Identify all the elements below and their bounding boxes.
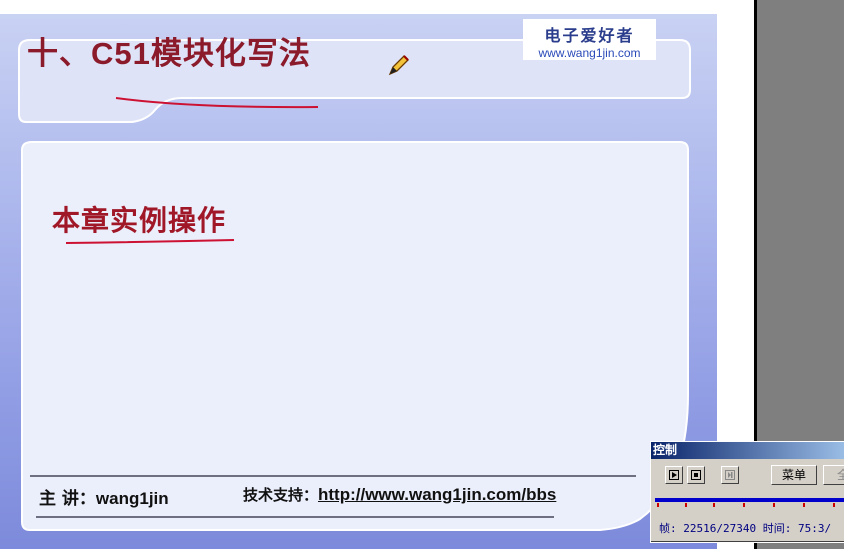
control-window-title[interactable]: 控制 xyxy=(651,442,844,459)
progress-track[interactable] xyxy=(655,498,844,502)
slide: 十、C51模块化写法 电子爱好者 www.wang1jin.com 本章实例操作… xyxy=(0,14,717,549)
page-title: 十、C51模块化写法 xyxy=(27,36,311,72)
step-icon xyxy=(725,470,735,480)
stop-icon xyxy=(691,470,701,480)
slide-panels xyxy=(18,39,691,531)
section-title: 本章实例操作 xyxy=(52,204,227,237)
playback-status: 帧: 22516/27340 时间: 75:3/ xyxy=(659,522,832,535)
menu-button[interactable]: 菜单 xyxy=(771,465,817,485)
play-button[interactable] xyxy=(665,466,683,484)
footer-divider-bottom xyxy=(36,516,554,518)
extra-button[interactable]: 全 xyxy=(823,465,844,485)
logo-text: 电子爱好者 xyxy=(544,26,635,45)
play-icon xyxy=(669,470,679,480)
progress-ticks xyxy=(655,503,844,509)
stop-button[interactable] xyxy=(687,466,705,484)
support-link[interactable]: http://www.wang1jin.com/bbs xyxy=(318,485,556,504)
footer-divider xyxy=(30,475,636,477)
control-window[interactable]: 控制 菜单 全 帧: 22516/27340 时间: 75:3/ xyxy=(650,441,844,543)
step-button[interactable] xyxy=(721,466,739,484)
pen-icon[interactable] xyxy=(387,53,411,77)
lecturer-credit: 主 讲：wang1jin xyxy=(39,489,169,509)
logo-url: www.wang1jin.com xyxy=(538,46,641,60)
logo: 电子爱好者 www.wang1jin.com xyxy=(523,19,656,60)
support-credit: 技术支持：http://www.wang1jin.com/bbs xyxy=(243,485,557,504)
